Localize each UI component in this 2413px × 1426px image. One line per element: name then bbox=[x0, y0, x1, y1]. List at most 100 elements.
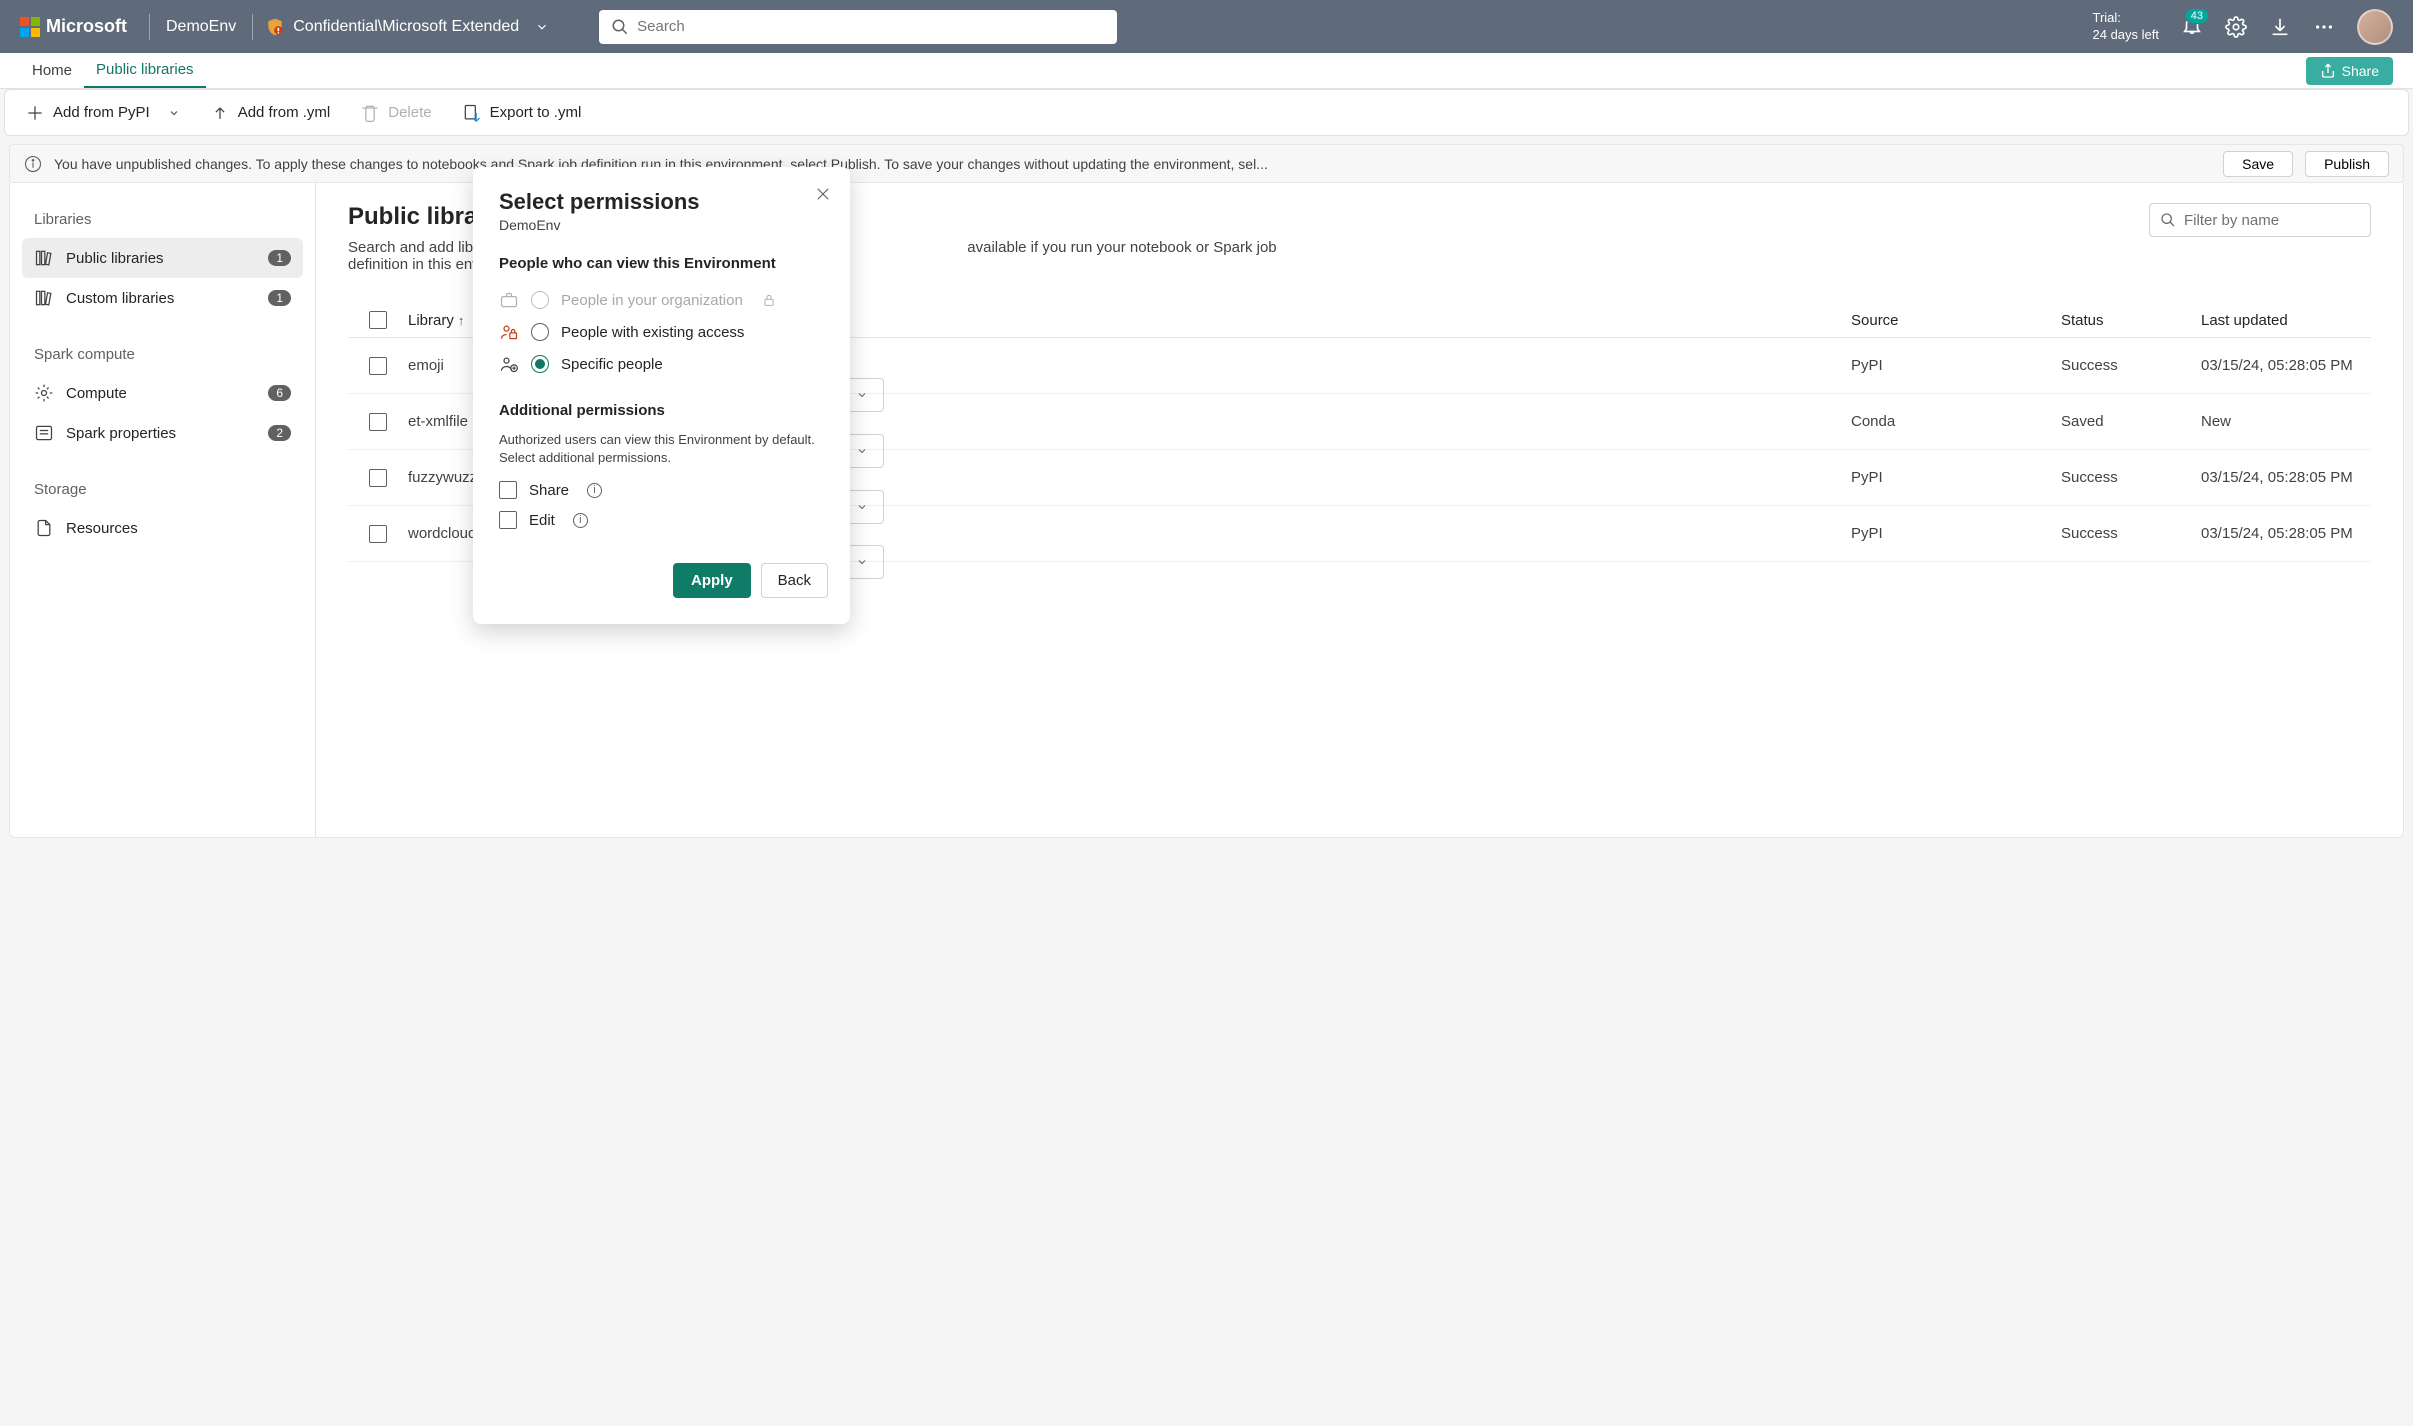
sidebar-item-count: 6 bbox=[268, 385, 291, 401]
notification-badge: 43 bbox=[2185, 8, 2209, 24]
sidebar-item-count: 1 bbox=[268, 290, 291, 306]
search-input[interactable] bbox=[637, 18, 1105, 35]
row-checkbox[interactable] bbox=[369, 357, 387, 375]
publish-button[interactable]: Publish bbox=[2305, 151, 2389, 177]
download-button[interactable] bbox=[2269, 16, 2291, 38]
plus-icon bbox=[25, 103, 45, 123]
col-source[interactable]: Source bbox=[1851, 312, 2061, 329]
col-status[interactable]: Status bbox=[2061, 312, 2201, 329]
toolbar: Add from PyPI Add from .yml Delete Expor… bbox=[4, 89, 2409, 136]
checkbox-label: Edit bbox=[529, 512, 555, 529]
chevron-down-icon bbox=[535, 20, 549, 34]
add-yml-label: Add from .yml bbox=[238, 104, 331, 121]
share-button[interactable]: Share bbox=[2306, 57, 2393, 85]
cell-updated: New bbox=[2201, 413, 2371, 430]
microsoft-logo-icon bbox=[20, 17, 40, 37]
upload-icon bbox=[210, 103, 230, 123]
view-section-title: People who can view this Environment bbox=[499, 255, 824, 272]
add-from-yml-button[interactable]: Add from .yml bbox=[210, 103, 331, 123]
library-icon bbox=[34, 248, 54, 268]
filter-placeholder: Filter by name bbox=[2184, 212, 2279, 229]
cell-status: Success bbox=[2061, 469, 2201, 486]
environment-name[interactable]: DemoEnv bbox=[162, 18, 240, 36]
sidebar-item-resources[interactable]: Resources bbox=[22, 508, 303, 548]
trial-days: 24 days left bbox=[2093, 27, 2160, 44]
sensitivity-label-text: Confidential\Microsoft Extended bbox=[293, 18, 519, 36]
trial-info: Trial: 24 days left bbox=[2093, 10, 2160, 44]
radio-circle[interactable] bbox=[531, 323, 549, 341]
radio-circle[interactable] bbox=[531, 355, 549, 373]
notif-message: You have unpublished changes. To apply t… bbox=[54, 156, 2211, 172]
checkbox[interactable] bbox=[499, 481, 517, 499]
modal-actions: Apply Back bbox=[673, 563, 824, 598]
notifications-button[interactable]: 43 bbox=[2181, 14, 2203, 39]
avatar[interactable] bbox=[2357, 9, 2393, 45]
microsoft-logo: Microsoft bbox=[10, 16, 137, 37]
tab-home[interactable]: Home bbox=[20, 53, 84, 88]
more-button[interactable] bbox=[2313, 16, 2335, 38]
modal-subtitle: DemoEnv bbox=[499, 217, 824, 233]
select-all-checkbox[interactable] bbox=[369, 311, 387, 329]
sidebar-item-spark-properties[interactable]: Spark properties 2 bbox=[22, 413, 303, 453]
add-from-pypi-button[interactable]: Add from PyPI bbox=[25, 103, 180, 123]
sidebar-item-compute[interactable]: Compute 6 bbox=[22, 373, 303, 413]
sidebar-item-count: 2 bbox=[268, 425, 291, 441]
sidebar-item-label: Resources bbox=[66, 520, 138, 537]
radio-label: People with existing access bbox=[561, 324, 744, 341]
apply-button[interactable]: Apply bbox=[673, 563, 751, 598]
sidebar-section-spark: Spark compute bbox=[22, 338, 303, 373]
main-layout: Libraries Public libraries 1 Custom libr… bbox=[9, 183, 2404, 838]
settings-button[interactable] bbox=[2225, 16, 2247, 38]
trash-icon bbox=[360, 103, 380, 123]
library-icon bbox=[34, 288, 54, 308]
sidebar-item-label: Public libraries bbox=[66, 250, 164, 267]
info-icon[interactable]: i bbox=[587, 483, 602, 498]
cell-status: Success bbox=[2061, 525, 2201, 542]
export-icon bbox=[462, 103, 482, 123]
lock-icon bbox=[761, 292, 777, 308]
row-checkbox[interactable] bbox=[369, 413, 387, 431]
checkbox[interactable] bbox=[499, 511, 517, 529]
export-yml-label: Export to .yml bbox=[490, 104, 582, 121]
row-checkbox[interactable] bbox=[369, 525, 387, 543]
cell-status: Saved bbox=[2061, 413, 2201, 430]
sidebar-item-public-libraries[interactable]: Public libraries 1 bbox=[22, 238, 303, 278]
cell-updated: 03/15/24, 05:28:05 PM bbox=[2201, 357, 2371, 374]
share-label: Share bbox=[2342, 63, 2379, 79]
radio-option-existing[interactable]: People with existing access bbox=[499, 316, 824, 348]
row-checkbox[interactable] bbox=[369, 469, 387, 487]
list-icon bbox=[34, 423, 54, 443]
col-last-updated[interactable]: Last updated bbox=[2201, 312, 2371, 329]
sort-asc-icon: ↑ bbox=[458, 313, 465, 328]
resources-icon bbox=[34, 518, 54, 538]
cell-source: PyPI bbox=[1851, 469, 2061, 486]
checkbox-edit[interactable]: Edit i bbox=[499, 505, 824, 535]
add-pypi-label: Add from PyPI bbox=[53, 104, 150, 121]
chevron-down-icon bbox=[168, 107, 180, 119]
sidebar-section-storage: Storage bbox=[22, 473, 303, 508]
checkbox-share[interactable]: Share i bbox=[499, 475, 824, 505]
sidebar-section-libraries: Libraries bbox=[22, 203, 303, 238]
additional-helper-text: Authorized users can view this Environme… bbox=[499, 431, 824, 467]
header-right: Trial: 24 days left 43 bbox=[2093, 9, 2413, 45]
radio-option-specific[interactable]: Specific people bbox=[499, 348, 824, 380]
sensitivity-label-dropdown[interactable]: Confidential\Microsoft Extended bbox=[265, 17, 549, 37]
unpublished-changes-bar: You have unpublished changes. To apply t… bbox=[9, 144, 2404, 183]
export-yml-button[interactable]: Export to .yml bbox=[462, 103, 582, 123]
sidebar-item-label: Spark properties bbox=[66, 425, 176, 442]
search-icon bbox=[611, 18, 629, 36]
brand-text: Microsoft bbox=[46, 16, 127, 37]
close-button[interactable] bbox=[814, 185, 832, 203]
desc-prefix: Search and add libra bbox=[348, 239, 486, 256]
sidebar-item-custom-libraries[interactable]: Custom libraries 1 bbox=[22, 278, 303, 318]
chevron-down-icon bbox=[856, 445, 868, 457]
save-button[interactable]: Save bbox=[2223, 151, 2293, 177]
filter-by-name-input[interactable]: Filter by name bbox=[2149, 203, 2371, 237]
global-search[interactable] bbox=[599, 10, 1117, 44]
back-button[interactable]: Back bbox=[761, 563, 828, 598]
app-header: Microsoft DemoEnv Confidential\Microsoft… bbox=[0, 0, 2413, 53]
trial-label: Trial: bbox=[2093, 10, 2160, 27]
divider bbox=[149, 14, 150, 40]
info-icon[interactable]: i bbox=[573, 513, 588, 528]
tab-public-libraries[interactable]: Public libraries bbox=[84, 53, 206, 88]
